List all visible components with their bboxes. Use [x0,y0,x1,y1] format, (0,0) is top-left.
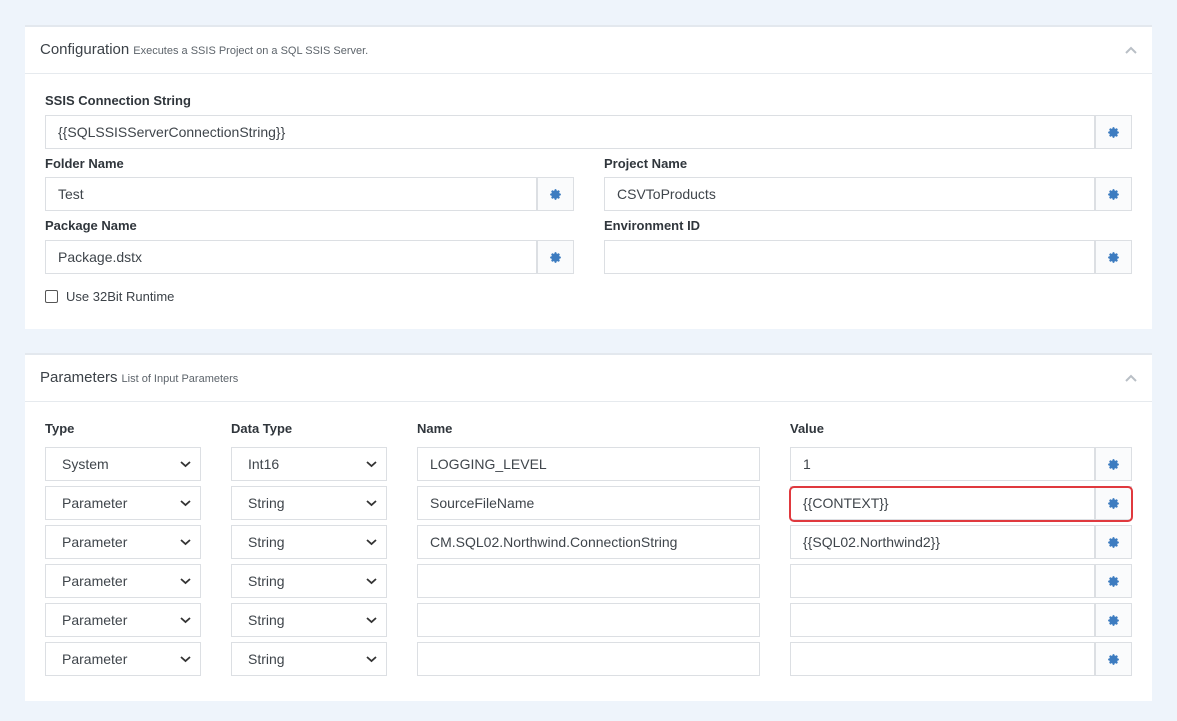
connection-string-label: SSIS Connection String [45,93,191,108]
configuration-title: Configuration Executes a SSIS Project on … [40,41,368,58]
gear-icon [550,188,561,200]
parameter-value-input[interactable] [790,642,1095,676]
type-select-value: Parameter [62,612,128,628]
parameter-name-input[interactable] [417,603,760,637]
parameter-value-settings-button[interactable] [1095,447,1132,481]
gear-icon [1108,251,1119,263]
chevron-down-icon [366,578,377,585]
package-name-input[interactable]: Package.dstx [45,240,537,274]
configuration-header[interactable]: Configuration Executes a SSIS Project on … [25,27,1152,74]
type-select-value: Parameter [62,573,128,589]
project-name-label: Project Name [604,156,688,171]
parameter-value-settings-button[interactable] [1095,642,1132,676]
chevron-down-icon [366,617,377,624]
data-type-select[interactable]: String [231,642,387,676]
parameter-value-settings-button[interactable] [1095,603,1132,637]
chevron-down-icon [180,461,191,468]
type-select-value: System [62,456,109,472]
chevron-down-icon [366,539,377,546]
environment-id-label: Environment ID [604,218,701,233]
value-column-header: Value [790,421,824,436]
chevron-down-icon [366,461,377,468]
type-select[interactable]: Parameter [45,564,201,598]
parameter-value-settings-button[interactable] [1095,564,1132,598]
chevron-up-icon[interactable] [1124,373,1138,383]
connection-string-settings-button[interactable] [1095,115,1132,149]
chevron-down-icon [180,578,191,585]
parameter-value-input[interactable] [790,603,1095,637]
data-type-select[interactable]: String [231,603,387,637]
type-select[interactable]: Parameter [45,525,201,559]
parameter-name-input[interactable]: LOGGING_LEVEL [417,447,760,481]
chevron-down-icon [366,656,377,663]
gear-icon [1108,653,1119,665]
type-select-value: Parameter [62,534,128,550]
environment-id-settings-button[interactable] [1095,240,1132,274]
configuration-subtitle: Executes a SSIS Project on a SQL SSIS Se… [133,45,369,57]
gear-icon [1108,126,1119,138]
folder-name-input[interactable]: Test [45,177,537,211]
value-highlight-box [789,486,1133,522]
parameter-name-input[interactable]: SourceFileName [417,486,760,520]
type-select[interactable]: Parameter [45,603,201,637]
gear-icon [1108,188,1119,200]
data-type-select[interactable]: String [231,486,387,520]
name-column-header: Name [417,421,453,436]
chevron-down-icon [180,617,191,624]
chevron-up-icon[interactable] [1124,45,1138,55]
parameter-value-settings-button[interactable] [1095,525,1132,559]
configuration-panel: Configuration Executes a SSIS Project on … [25,25,1152,329]
type-select[interactable]: Parameter [45,642,201,676]
data-type-column-header: Data Type [231,421,293,436]
project-name-settings-button[interactable] [1095,177,1132,211]
type-select-value: Parameter [62,651,128,667]
parameters-title-text: Parameters [40,369,118,386]
parameter-value-input[interactable]: {{SQL02.Northwind2}} [790,525,1095,559]
gear-icon [1108,536,1119,548]
data-type-select-value: Int16 [248,456,280,472]
connection-string-input[interactable]: {{SQLSSISServerConnectionString}} [45,115,1095,149]
data-type-select[interactable]: Int16 [231,447,387,481]
data-type-select-value: String [248,651,285,667]
data-type-select-value: String [248,495,285,511]
chevron-down-icon [180,539,191,546]
gear-icon [1108,458,1119,470]
use-32bit-runtime-label: Use 32Bit Runtime [66,289,175,304]
parameters-subtitle: List of Input Parameters [121,373,239,385]
package-name-settings-button[interactable] [537,240,574,274]
environment-id-input[interactable] [604,240,1095,274]
parameters-title: Parameters List of Input Parameters [40,369,238,386]
parameter-name-input[interactable]: CM.SQL02.Northwind.ConnectionString [417,525,760,559]
parameter-name-input[interactable] [417,642,760,676]
type-column-header: Type [45,421,75,436]
use-32bit-runtime[interactable]: Use 32Bit Runtime [45,289,174,304]
parameter-value-input[interactable]: 1 [790,447,1095,481]
data-type-select[interactable]: String [231,525,387,559]
gear-icon [1108,614,1119,626]
data-type-select-value: String [248,612,285,628]
folder-name-settings-button[interactable] [537,177,574,211]
type-select-value: Parameter [62,495,128,511]
parameters-panel: Parameters List of Input Parameters Type … [25,353,1152,701]
type-select[interactable]: System [45,447,201,481]
gear-icon [550,251,561,263]
data-type-select[interactable]: String [231,564,387,598]
data-type-select-value: String [248,534,285,550]
chevron-down-icon [180,656,191,663]
use-32bit-runtime-checkbox[interactable] [45,290,58,303]
chevron-down-icon [366,500,377,507]
folder-name-label: Folder Name [45,156,124,171]
data-type-select-value: String [248,573,285,589]
chevron-down-icon [180,500,191,507]
configuration-title-text: Configuration [40,41,130,58]
gear-icon [1108,575,1119,587]
parameter-name-input[interactable] [417,564,760,598]
parameters-header[interactable]: Parameters List of Input Parameters [25,355,1152,402]
project-name-input[interactable]: CSVToProducts [604,177,1095,211]
type-select[interactable]: Parameter [45,486,201,520]
parameter-value-input[interactable] [790,564,1095,598]
package-name-label: Package Name [45,218,137,233]
